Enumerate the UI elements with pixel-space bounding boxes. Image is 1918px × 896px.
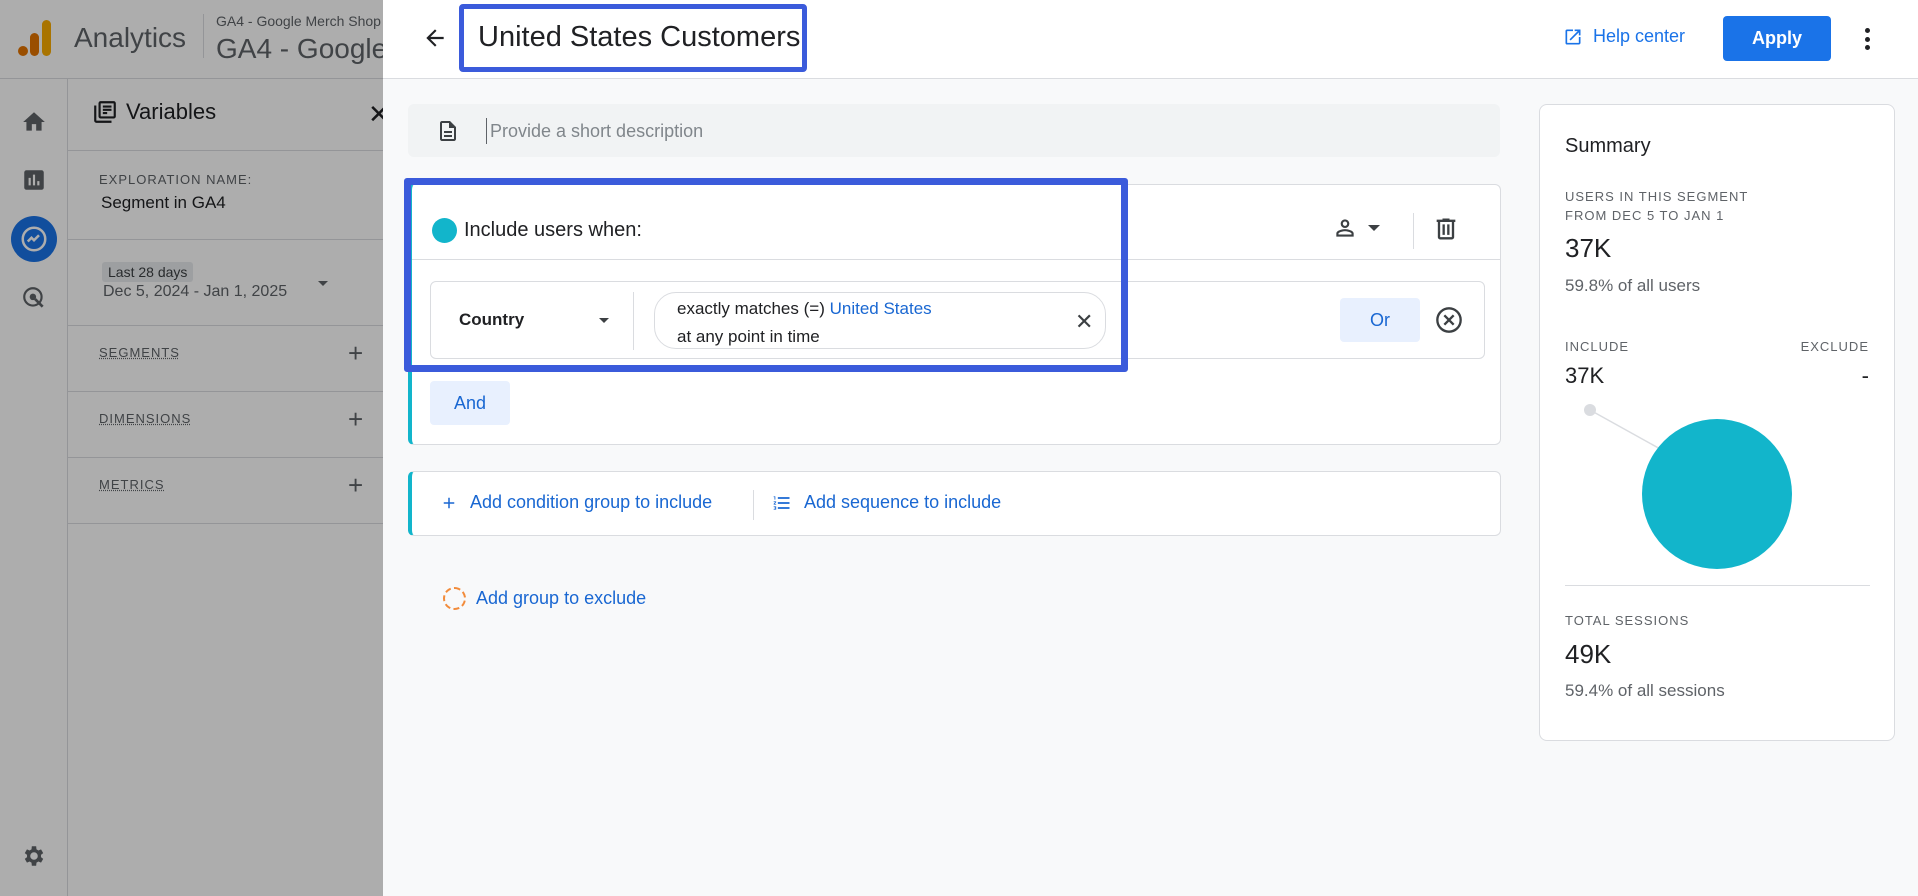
clear-icon[interactable]: ✕ <box>1075 309 1093 335</box>
segment-color-dot <box>432 218 457 243</box>
date-caption: FROM DEC 5 TO JAN 1 <box>1565 208 1725 223</box>
remove-circle-icon[interactable] <box>1435 306 1463 334</box>
divider <box>753 490 754 520</box>
users-share: 59.8% of all users <box>1565 276 1701 295</box>
sequence-icon <box>773 495 790 510</box>
summary-title: Summary <box>1565 135 1651 157</box>
back-arrow-icon[interactable] <box>419 22 451 54</box>
include-users-label: Include users when: <box>464 219 642 241</box>
more-vert-icon[interactable] <box>1861 24 1873 54</box>
add-sequence-label: Add sequence to include <box>804 492 1002 512</box>
condition-filter-chip[interactable]: exactly matches (=) United States at any… <box>654 292 1106 349</box>
help-center-link[interactable]: Help center <box>1563 26 1685 47</box>
divider <box>633 292 634 350</box>
description-field[interactable] <box>408 104 1500 157</box>
chevron-down-icon <box>1368 225 1380 231</box>
person-scope-icon <box>1336 219 1354 237</box>
pie-leader-dot <box>1584 404 1596 416</box>
description-input[interactable] <box>486 118 1446 144</box>
exclude-label: EXCLUDE <box>1800 339 1869 354</box>
include-value: 37K <box>1565 363 1605 388</box>
or-button[interactable]: Or <box>1340 298 1420 342</box>
summary-panel: Summary USERS IN THIS SEGMENT FROM DEC 5… <box>1539 104 1895 741</box>
add-include-bar: Add condition group to include Add seque… <box>408 471 1501 536</box>
help-center-label: Help center <box>1593 26 1686 46</box>
add-exclude-group-button[interactable]: Add group to exclude <box>443 587 646 610</box>
exclude-value: - <box>1861 363 1869 388</box>
include-condition-group: Include users when: Country exactly matc… <box>408 184 1501 445</box>
condition-row: Country exactly matches (=) United State… <box>430 281 1485 359</box>
delete-icon[interactable] <box>1432 215 1460 243</box>
condition-scope-dropdown[interactable] <box>1332 215 1380 241</box>
filter-expression: exactly matches (=) United States <box>677 299 932 319</box>
segment-builder-dialog: United States Customers Help center Appl… <box>383 0 1918 896</box>
divider <box>1413 213 1414 249</box>
include-pie-slice <box>1642 419 1792 569</box>
users-value: 37K <box>1565 233 1612 263</box>
description-icon <box>440 121 456 141</box>
segment-name-field[interactable]: United States Customers <box>459 4 807 72</box>
filter-operator: exactly matches (=) <box>677 299 825 318</box>
segment-pie-chart <box>1584 404 1792 569</box>
add-exclude-label: Add group to exclude <box>476 588 647 608</box>
chevron-down-icon[interactable] <box>599 318 609 323</box>
plus-icon <box>443 497 455 508</box>
include-label: INCLUDE <box>1565 339 1630 354</box>
add-condition-group-button[interactable]: Add condition group to include <box>440 492 712 513</box>
and-button[interactable]: And <box>430 381 510 425</box>
segment-name: United States Customers <box>478 21 801 53</box>
users-caption: USERS IN THIS SEGMENT <box>1565 189 1749 204</box>
filter-value: United States <box>829 299 932 318</box>
sessions-value: 49K <box>1565 639 1612 669</box>
dimension-select[interactable]: Country <box>459 310 524 330</box>
add-condition-group-label: Add condition group to include <box>470 492 713 512</box>
divider <box>1565 585 1870 586</box>
dialog-header: United States Customers Help center Appl… <box>383 0 1918 79</box>
open-in-new-icon <box>1565 29 1581 44</box>
apply-button[interactable]: Apply <box>1723 16 1831 61</box>
add-sequence-button[interactable]: Add sequence to include <box>772 492 1001 513</box>
divider <box>412 259 1501 260</box>
sessions-share: 59.4% of all sessions <box>1565 681 1725 700</box>
exclude-dot-icon <box>443 587 466 610</box>
filter-scope: at any point in time <box>677 327 820 346</box>
sessions-caption: TOTAL SESSIONS <box>1565 613 1690 628</box>
